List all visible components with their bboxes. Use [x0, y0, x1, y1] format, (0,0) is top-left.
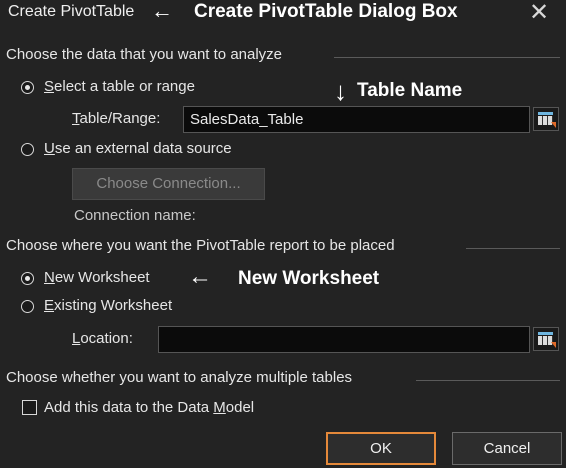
new-worksheet-radio[interactable] [21, 272, 34, 285]
multiple-section-divider [416, 380, 560, 381]
select-table-radio[interactable] [21, 81, 34, 94]
choose-connection-button[interactable]: Choose Connection... [72, 168, 265, 200]
existing-worksheet-radio[interactable] [21, 300, 34, 313]
close-icon[interactable]: ✕ [529, 0, 549, 27]
dialog-title: Create PivotTable [8, 3, 135, 20]
placement-section-heading: Choose where you want the PivotTable rep… [6, 237, 395, 254]
location-input[interactable] [158, 326, 530, 353]
placement-section-divider [466, 248, 560, 249]
title-annotation-arrow: ← [151, 0, 173, 23]
data-section-heading: Choose the data that you want to analyze [6, 46, 283, 63]
multiple-section-heading: Choose whether you want to analyze multi… [6, 369, 353, 386]
table-annotation-arrow: ↓ [334, 76, 347, 106]
range-picker-icon[interactable] [533, 107, 559, 131]
worksheet-annotation-arrow: ← [188, 263, 212, 290]
new-worksheet-label[interactable]: New Worksheet [44, 269, 150, 286]
location-label: Location: [72, 330, 133, 347]
connection-name-label: Connection name: [74, 207, 196, 224]
table-range-label: Table/Range: [72, 110, 161, 127]
title-annotation: Create PivotTable Dialog Box [194, 1, 458, 22]
add-data-model-label[interactable]: Add this data to the Data Model [44, 399, 254, 416]
location-picker-icon[interactable] [533, 327, 559, 351]
ok-button[interactable]: OK [326, 432, 436, 465]
table-range-input[interactable]: SalesData_Table [183, 106, 530, 133]
add-data-model-checkbox[interactable] [22, 400, 37, 415]
select-table-label[interactable]: Select a table or range [44, 78, 195, 95]
worksheet-annotation: New Worksheet [238, 268, 380, 289]
cancel-button[interactable]: Cancel [452, 432, 562, 465]
existing-worksheet-label[interactable]: Existing Worksheet [44, 297, 172, 314]
external-source-radio[interactable] [21, 143, 34, 156]
table-annotation: Table Name [357, 80, 463, 101]
data-section-divider [334, 57, 560, 58]
external-source-label[interactable]: Use an external data source [44, 140, 232, 157]
